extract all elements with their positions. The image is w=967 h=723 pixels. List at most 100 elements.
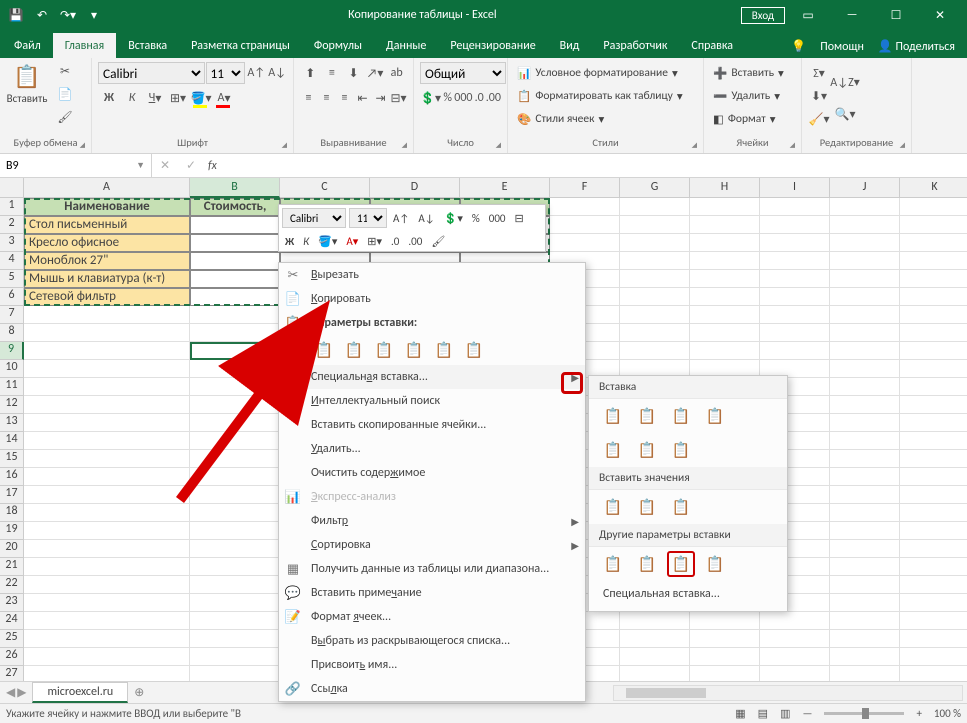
ctx-paste-special[interactable]: Специальная вставка...▶ — [279, 365, 585, 389]
tell-me-icon[interactable]: 💡 — [791, 39, 806, 54]
fill-color-icon[interactable]: 🪣▾ — [190, 87, 212, 109]
mini-italic[interactable]: К — [300, 231, 312, 251]
cell-K16[interactable] — [900, 468, 967, 486]
cell-H9[interactable] — [690, 342, 760, 360]
cell-A25[interactable] — [24, 630, 190, 648]
cell-I6[interactable] — [760, 288, 830, 306]
fill-icon[interactable]: ⬇▾ — [808, 85, 830, 107]
ctx-pick-list[interactable]: Выбрать из раскрывающегося списка... — [279, 629, 585, 653]
cell-G3[interactable] — [620, 234, 690, 252]
cell-A23[interactable] — [24, 594, 190, 612]
cell-K17[interactable] — [900, 486, 967, 504]
cell-H7[interactable] — [690, 306, 760, 324]
zoom-slider[interactable] — [824, 712, 904, 715]
align-top-icon[interactable]: ⬆ — [300, 62, 321, 84]
sub-paste-source-fmt[interactable] — [701, 403, 729, 429]
comma-format-icon[interactable]: 000 — [454, 87, 472, 109]
cell-I25[interactable] — [760, 630, 830, 648]
ctx-cut[interactable]: ✂ВВырезатьырезать — [279, 263, 585, 287]
cell-J12[interactable] — [830, 396, 900, 414]
mini-merge-icon[interactable]: ⊟ — [511, 208, 526, 228]
clear-icon[interactable]: 🧹▾ — [808, 108, 830, 130]
cell-G8[interactable] — [620, 324, 690, 342]
mini-decrease-font-icon[interactable]: A↓ — [415, 208, 437, 228]
sub-paste-formatting[interactable] — [599, 551, 627, 577]
cell-I3[interactable] — [760, 234, 830, 252]
sub-paste-formulas[interactable] — [633, 403, 661, 429]
ctx-insert-comment[interactable]: 💬Вставить примечание — [279, 581, 585, 605]
number-format-select[interactable]: Общий — [420, 62, 506, 84]
mini-increase-font-icon[interactable]: A↑ — [390, 208, 412, 228]
name-box[interactable]: ▼ — [0, 154, 152, 177]
paste-opt-formatting[interactable] — [431, 338, 457, 362]
mini-font-color-icon[interactable]: A▾ — [343, 231, 361, 251]
align-right-icon[interactable]: ≡ — [336, 87, 353, 109]
cell-J23[interactable] — [830, 594, 900, 612]
orientation-icon[interactable]: ↗▾ — [365, 62, 386, 84]
cell-K14[interactable] — [900, 432, 967, 450]
cell-J22[interactable] — [830, 576, 900, 594]
cell-K11[interactable] — [900, 378, 967, 396]
cut-icon[interactable]: ✂ — [54, 60, 76, 82]
cell-G1[interactable] — [620, 198, 690, 216]
row-header-25[interactable]: 25 — [0, 630, 24, 648]
horizontal-scrollbar[interactable] — [613, 685, 963, 701]
mini-decimal-dec-icon[interactable]: .00 — [405, 231, 425, 251]
ctx-copy[interactable]: 📄Копировать — [279, 287, 585, 311]
row-header-15[interactable]: 15 — [0, 450, 24, 468]
cell-J25[interactable] — [830, 630, 900, 648]
cell-styles-button[interactable]: 🎨 Стили ячеек ▾ — [514, 108, 697, 130]
cell-J20[interactable] — [830, 540, 900, 558]
cell-I26[interactable] — [760, 648, 830, 666]
cell-K13[interactable] — [900, 414, 967, 432]
name-box-input[interactable] — [6, 159, 136, 173]
row-header-3[interactable]: 3 — [0, 234, 24, 252]
maximize-icon[interactable]: ☐ — [875, 1, 917, 29]
cell-B2[interactable] — [190, 216, 280, 234]
row-header-24[interactable]: 24 — [0, 612, 24, 630]
close-icon[interactable]: ✕ — [919, 1, 961, 29]
cell-K26[interactable] — [900, 648, 967, 666]
cell-J11[interactable] — [830, 378, 900, 396]
sheet-nav-prev-icon[interactable]: ◀ — [6, 685, 15, 700]
view-normal-icon[interactable]: ▦ — [735, 707, 745, 720]
cell-J21[interactable] — [830, 558, 900, 576]
cell-K6[interactable] — [900, 288, 967, 306]
cell-G7[interactable] — [620, 306, 690, 324]
cell-B1[interactable]: Стоимость, — [190, 198, 280, 216]
ctx-filter[interactable]: Фильтр▶ — [279, 509, 585, 533]
row-header-23[interactable]: 23 — [0, 594, 24, 612]
format-as-table-button[interactable]: 📋 Форматировать как таблицу ▾ — [514, 85, 697, 107]
view-page-layout-icon[interactable]: ▤ — [758, 707, 768, 720]
wrap-text-icon[interactable]: ab — [386, 62, 407, 84]
tab-file[interactable]: Файл — [2, 33, 53, 58]
cell-J9[interactable] — [830, 342, 900, 360]
sort-filter-icon[interactable]: A↓Z▾ — [834, 62, 856, 102]
row-header-22[interactable]: 22 — [0, 576, 24, 594]
increase-decimal-icon[interactable]: .0 — [474, 87, 485, 109]
cell-B5[interactable] — [190, 270, 280, 288]
cell-A2[interactable]: Стол письменный — [24, 216, 190, 234]
find-select-icon[interactable]: 🔍▾ — [834, 103, 856, 125]
cell-G6[interactable] — [620, 288, 690, 306]
decrease-font-icon[interactable]: A↓ — [267, 62, 287, 84]
row-header-17[interactable]: 17 — [0, 486, 24, 504]
cell-J18[interactable] — [830, 504, 900, 522]
format-painter-icon[interactable]: 🖌 — [54, 106, 76, 128]
cell-J10[interactable] — [830, 360, 900, 378]
cell-H24[interactable] — [690, 612, 760, 630]
column-header-H[interactable]: H — [690, 178, 760, 198]
minimize-icon[interactable]: — — [831, 1, 873, 29]
mini-format-painter-icon[interactable]: 🖌 — [428, 231, 448, 251]
tab-review[interactable]: Рецензирование — [438, 33, 547, 58]
mini-borders-icon[interactable]: ⊞▾ — [364, 231, 385, 251]
align-middle-icon[interactable]: ≡ — [322, 62, 343, 84]
cell-A8[interactable] — [24, 324, 190, 342]
cell-J19[interactable] — [830, 522, 900, 540]
row-header-7[interactable]: 7 — [0, 306, 24, 324]
name-box-dropdown-icon[interactable]: ▼ — [136, 160, 145, 171]
cell-J2[interactable] — [830, 216, 900, 234]
cell-B4[interactable] — [190, 252, 280, 270]
ctx-delete[interactable]: Удалить... — [279, 437, 585, 461]
paste-opt-values[interactable] — [341, 338, 367, 362]
